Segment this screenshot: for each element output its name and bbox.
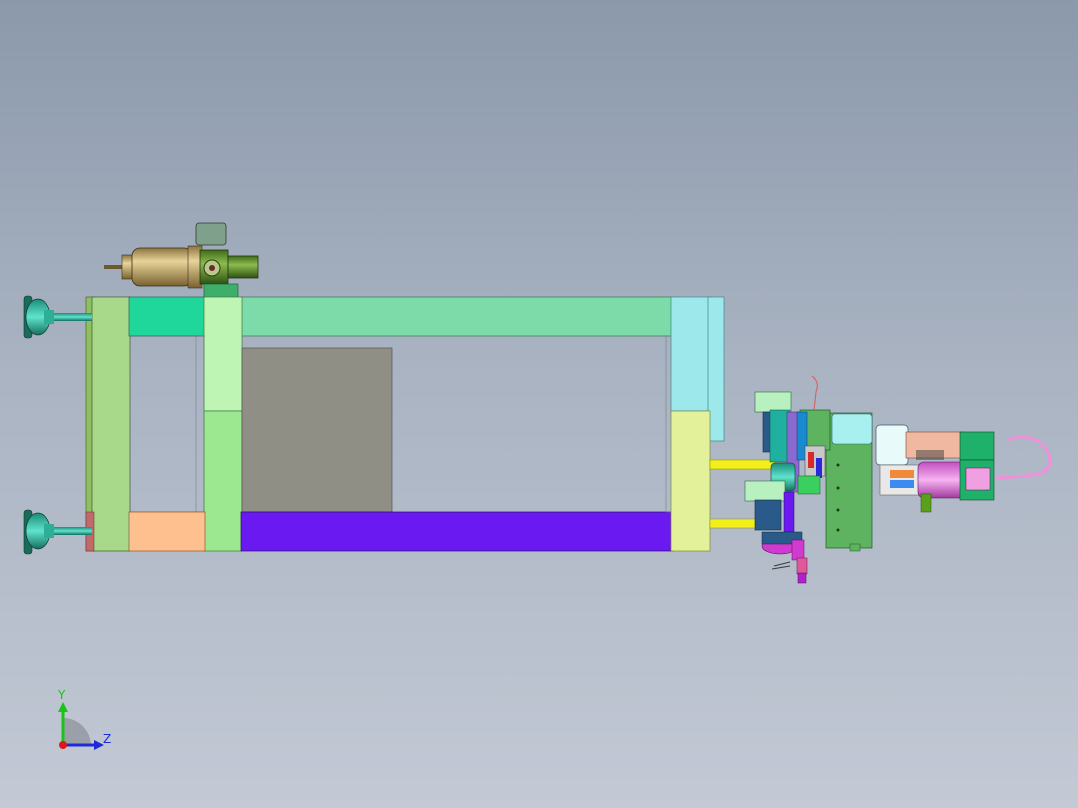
gripper-assembly-icon[interactable] [744,375,995,584]
guide-rod-upper [709,459,776,470]
mold-frame-icon[interactable] [85,296,725,552]
cylinder-icon[interactable] [104,222,259,299]
y-axis-label: Y [58,688,66,702]
x-axis-dot-icon [59,741,67,749]
cad-viewport[interactable]: Y Z [0,0,1078,808]
z-axis-label: Z [103,732,112,746]
cylinder-rod-icon[interactable] [23,295,92,555]
cad-model-canvas[interactable] [0,0,1078,808]
axis-triad [58,702,104,750]
pink-hose-icon [995,435,1052,480]
y-axis-arrowhead-icon [58,702,68,712]
